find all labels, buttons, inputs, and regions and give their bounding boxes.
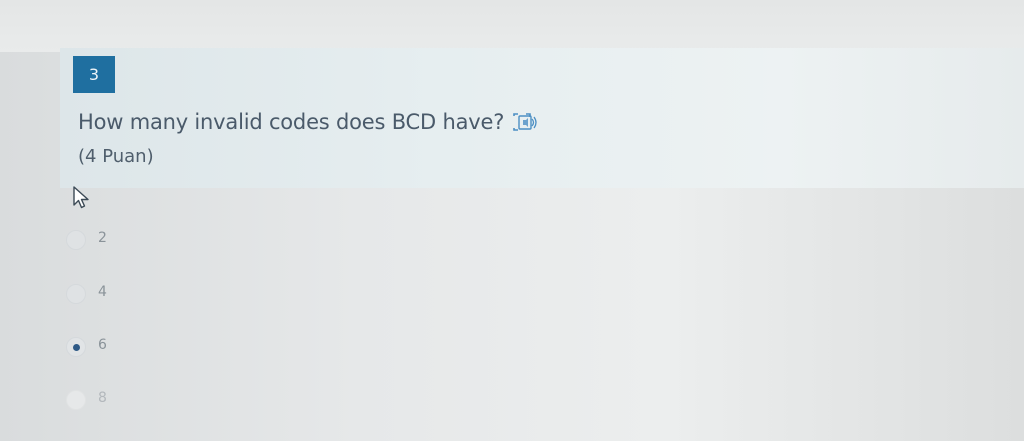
option-label: 4 — [98, 284, 107, 300]
radio-button[interactable] — [66, 390, 86, 410]
question-text: How many invalid codes does BCD have? — [78, 110, 505, 134]
translate-speaker-icon[interactable] — [512, 112, 540, 134]
option-label: 8 — [98, 390, 107, 406]
radio-button-selected[interactable] — [66, 337, 86, 357]
question-number-badge: 3 — [73, 56, 115, 93]
question-points: (4 Puan) — [78, 146, 154, 167]
screen-top-area — [0, 0, 1024, 52]
option-label: 6 — [98, 337, 107, 353]
mouse-pointer-icon — [72, 186, 92, 210]
option-label: 2 — [98, 230, 107, 246]
radio-button[interactable] — [66, 230, 86, 250]
radio-button[interactable] — [66, 284, 86, 304]
